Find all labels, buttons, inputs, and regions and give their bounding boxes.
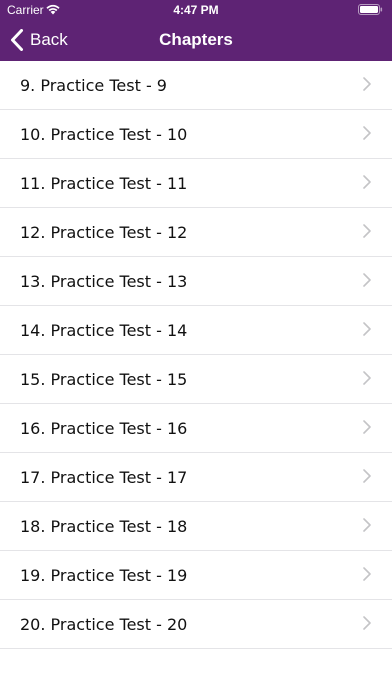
- chapter-row[interactable]: 17. Practice Test - 17: [0, 453, 392, 502]
- chapter-row[interactable]: 19. Practice Test - 19: [0, 551, 392, 600]
- chapter-row[interactable]: 15. Practice Test - 15: [0, 355, 392, 404]
- chevron-right-icon: [363, 469, 371, 483]
- chapter-label: 12. Practice Test - 12: [20, 223, 188, 242]
- chevron-right-icon: [363, 616, 371, 630]
- chapter-row[interactable]: 12. Practice Test - 12: [0, 208, 392, 257]
- battery-icon: [358, 4, 383, 15]
- chapter-label: 10. Practice Test - 10: [20, 125, 188, 144]
- chevron-right-icon: [363, 175, 371, 189]
- chapter-row[interactable]: 16. Practice Test - 16: [0, 404, 392, 453]
- chevron-right-icon: [363, 567, 371, 581]
- chevron-right-icon: [363, 420, 371, 434]
- chevron-right-icon: [363, 77, 371, 91]
- chapter-row[interactable]: 20. Practice Test - 20: [0, 600, 392, 649]
- chapter-label: 13. Practice Test - 13: [20, 272, 188, 291]
- chevron-right-icon: [363, 371, 371, 385]
- chapter-label: 18. Practice Test - 18: [20, 517, 188, 536]
- chapter-row[interactable]: 14. Practice Test - 14: [0, 306, 392, 355]
- chevron-right-icon: [363, 273, 371, 287]
- chapter-row[interactable]: 9. Practice Test - 9: [0, 61, 392, 110]
- chapter-label: 9. Practice Test - 9: [20, 76, 167, 95]
- chapter-label: 17. Practice Test - 17: [20, 468, 188, 487]
- navigation-bar: Back Chapters: [0, 20, 392, 61]
- chevron-right-icon: [363, 224, 371, 238]
- chevron-right-icon: [363, 126, 371, 140]
- chapter-label: 11. Practice Test - 11: [20, 174, 188, 193]
- chapter-label: 20. Practice Test - 20: [20, 615, 188, 634]
- chapter-label: 15. Practice Test - 15: [20, 370, 188, 389]
- chapter-row[interactable]: 13. Practice Test - 13: [0, 257, 392, 306]
- page-title: Chapters: [159, 30, 233, 49]
- chapter-label: 14. Practice Test - 14: [20, 321, 188, 340]
- chevron-right-icon: [363, 518, 371, 532]
- chapter-row[interactable]: 11. Practice Test - 11: [0, 159, 392, 208]
- chapter-list: 9. Practice Test - 9 10. Practice Test -…: [0, 61, 392, 649]
- chapter-label: 16. Practice Test - 16: [20, 419, 188, 438]
- chapter-label: 19. Practice Test - 19: [20, 566, 188, 585]
- chapter-row[interactable]: 10. Practice Test - 10: [0, 110, 392, 159]
- status-bar: Carrier 4:47 PM: [0, 0, 392, 20]
- status-time: 4:47 PM: [173, 3, 219, 17]
- top-bar: Carrier 4:47 PM Back Chapters: [0, 0, 392, 61]
- chapter-row[interactable]: 18. Practice Test - 18: [0, 502, 392, 551]
- chevron-right-icon: [363, 322, 371, 336]
